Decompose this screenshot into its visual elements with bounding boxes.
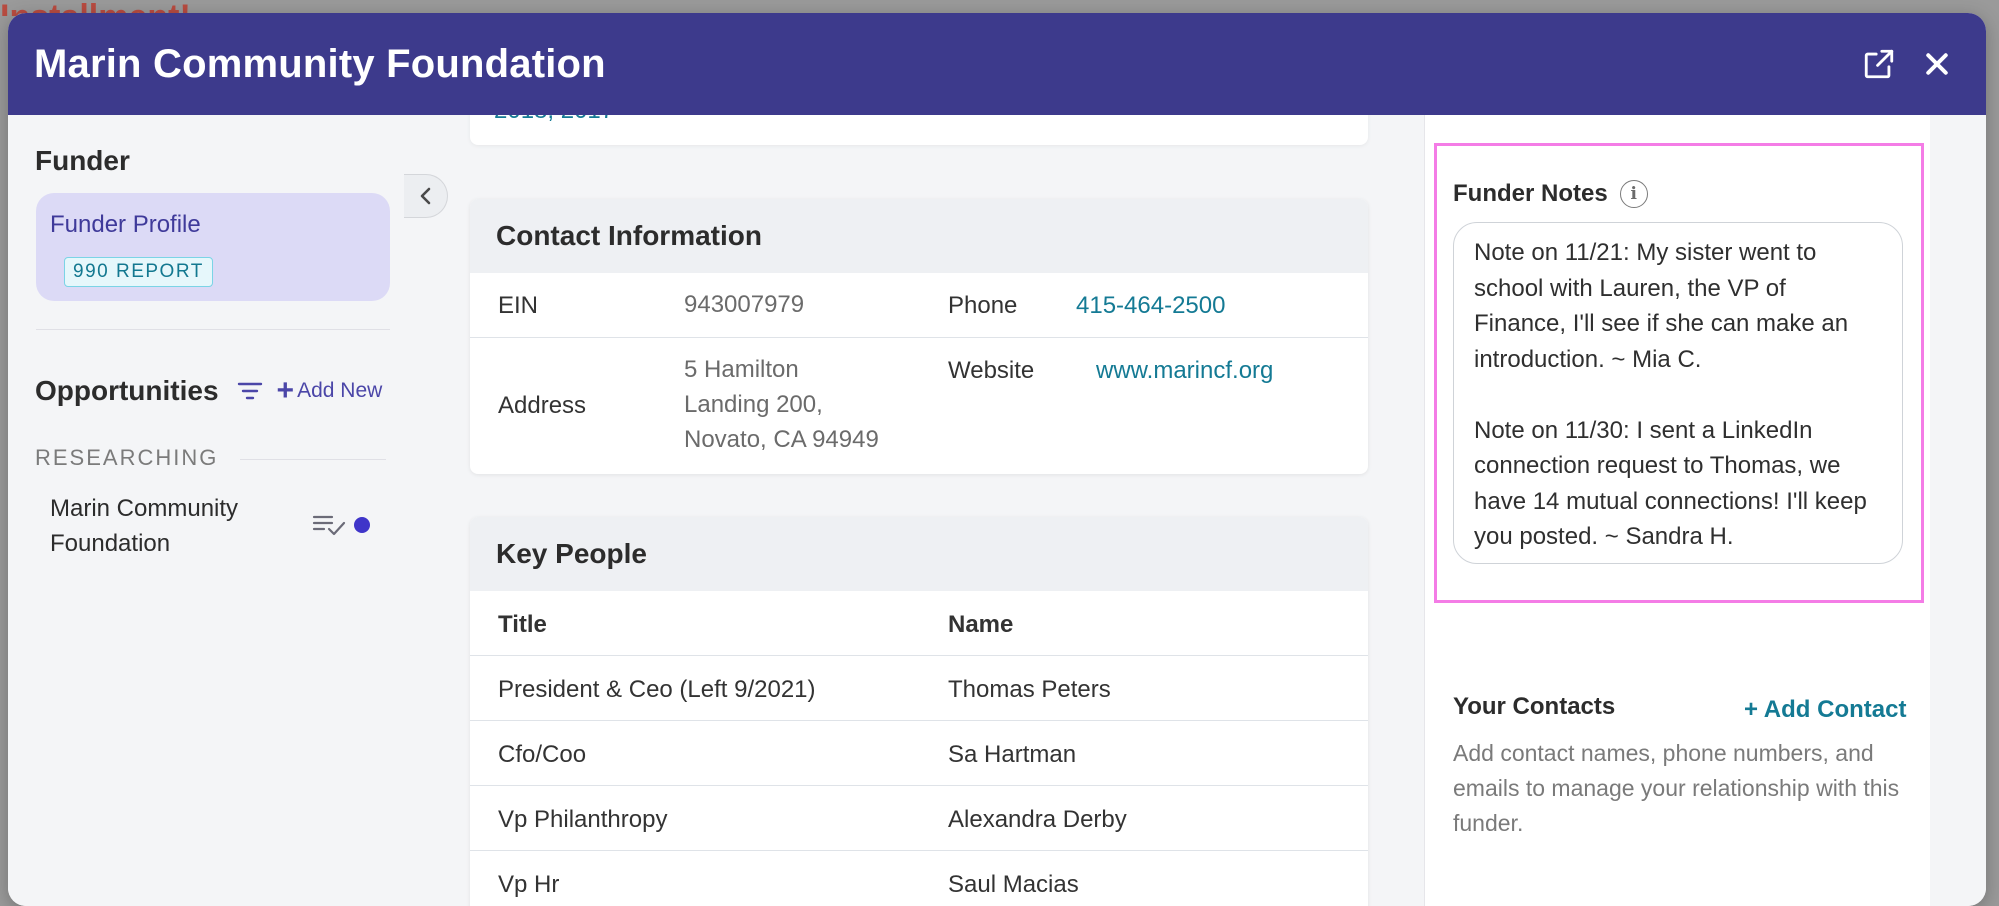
sidebar-divider xyxy=(36,329,390,330)
phone-link[interactable]: 415-464-2500 xyxy=(1076,292,1225,320)
opportunities-header: Opportunities + Add New xyxy=(35,371,405,411)
person-title: Vp Philanthropy xyxy=(498,806,668,833)
contact-row-ein-phone: EIN 943007979 Phone 415-464-2500 xyxy=(470,273,1368,338)
funder-notes-label: Funder Notes xyxy=(1453,180,1608,207)
modal-title: Marin Community Foundation xyxy=(34,41,606,86)
address-line: 5 Hamilton xyxy=(684,356,799,383)
previous-section-card: 2018, 2017 xyxy=(470,115,1368,145)
your-contacts-description: Add contact names, phone numbers, and em… xyxy=(1453,740,1900,836)
main-content: 2018, 2017 Contact Information EIN 94300… xyxy=(404,115,1424,906)
right-panel: Funder Notes i Note on 11/21: My sister … xyxy=(1424,115,1930,906)
add-new-opportunity-button[interactable]: + Add New xyxy=(277,376,383,406)
filter-icon[interactable] xyxy=(237,380,263,402)
section-divider xyxy=(240,459,386,460)
opportunities-title: Opportunities xyxy=(35,375,219,406)
add-new-label: Add New xyxy=(297,379,383,402)
your-contacts-title: Your Contacts xyxy=(1453,693,1616,720)
column-header-name: Name xyxy=(948,611,1014,638)
funder-profile-label: Funder Profile xyxy=(50,211,201,238)
person-name: Saul Macias xyxy=(948,871,1079,898)
address-line: Novato, CA 94949 xyxy=(684,426,879,453)
modal-body: Funder Funder Profile 990 REPORT Opportu… xyxy=(8,115,1986,906)
person-title: President & Ceo (Left 9/2021) xyxy=(498,676,816,703)
table-row: Vp Hr Saul Macias xyxy=(470,851,1368,906)
funder-notes-highlight: Funder Notes i Note on 11/21: My sister … xyxy=(1434,143,1924,603)
contact-information-title: Contact Information xyxy=(470,199,1368,273)
external-link-icon[interactable] xyxy=(1856,41,1902,87)
close-icon[interactable] xyxy=(1914,41,1960,87)
ein-value: 943007979 xyxy=(684,291,805,318)
sidebar: Funder Funder Profile 990 REPORT Opportu… xyxy=(8,115,404,906)
add-contact-button[interactable]: + Add Contact xyxy=(1744,696,1906,724)
person-name: Sa Hartman xyxy=(948,741,1077,768)
key-people-card: Key People Title Name President & Ceo (L… xyxy=(470,517,1368,906)
address-line: Landing 200, xyxy=(684,391,823,418)
plus-icon: + xyxy=(276,374,295,407)
modal-header: Marin Community Foundation xyxy=(8,13,1986,115)
address-label: Address xyxy=(498,392,587,419)
phone-label: Phone xyxy=(948,292,1018,319)
990-report-badge[interactable]: 990 REPORT xyxy=(64,257,213,287)
funder-notes-title: Funder Notes i xyxy=(1453,180,1648,208)
person-title: Cfo/Coo xyxy=(498,741,587,768)
opportunity-status xyxy=(312,513,370,537)
researching-section-label: RESEARCHING xyxy=(35,445,219,470)
address-value: 5 Hamilton Landing 200, Novato, CA 94949 xyxy=(684,352,879,457)
person-title: Vp Hr xyxy=(498,871,560,898)
person-name: Thomas Peters xyxy=(948,676,1111,703)
right-gutter xyxy=(1930,115,1986,906)
collapse-sidebar-button[interactable] xyxy=(404,174,448,218)
funder-notes-textarea[interactable]: Note on 11/21: My sister went to school … xyxy=(1453,222,1903,564)
contact-information-card: Contact Information EIN 943007979 Phone … xyxy=(470,199,1368,474)
column-header-title: Title xyxy=(498,611,547,638)
ein-label: EIN xyxy=(498,292,539,319)
contact-row-address-website: Address 5 Hamilton Landing 200, Novato, … xyxy=(470,338,1368,474)
website-link[interactable]: www.marincf.org xyxy=(1096,357,1273,385)
key-people-header-row: Title Name xyxy=(470,591,1368,656)
person-name: Alexandra Derby xyxy=(948,806,1127,833)
status-dot xyxy=(354,517,370,533)
table-row: President & Ceo (Left 9/2021) Thomas Pet… xyxy=(470,656,1368,721)
chevron-left-icon xyxy=(420,187,430,205)
website-label: Website xyxy=(948,357,1035,384)
previous-section-text[interactable]: 2018, 2017 xyxy=(494,115,614,125)
key-people-title: Key People xyxy=(470,517,1368,591)
opportunity-item[interactable]: Marin Community Foundation xyxy=(50,491,380,571)
info-icon[interactable]: i xyxy=(1619,180,1648,208)
checklist-icon[interactable] xyxy=(312,513,346,537)
sidebar-item-funder-profile[interactable]: Funder Profile 990 REPORT xyxy=(36,193,390,301)
sidebar-heading: Funder xyxy=(35,145,130,176)
funder-modal: Marin Community Foundation Funder Funder… xyxy=(8,13,1986,906)
table-row: Cfo/Coo Sa Hartman xyxy=(470,721,1368,786)
table-row: Vp Philanthropy Alexandra Derby xyxy=(470,786,1368,851)
opportunity-name: Marin Community Foundation xyxy=(50,495,239,557)
